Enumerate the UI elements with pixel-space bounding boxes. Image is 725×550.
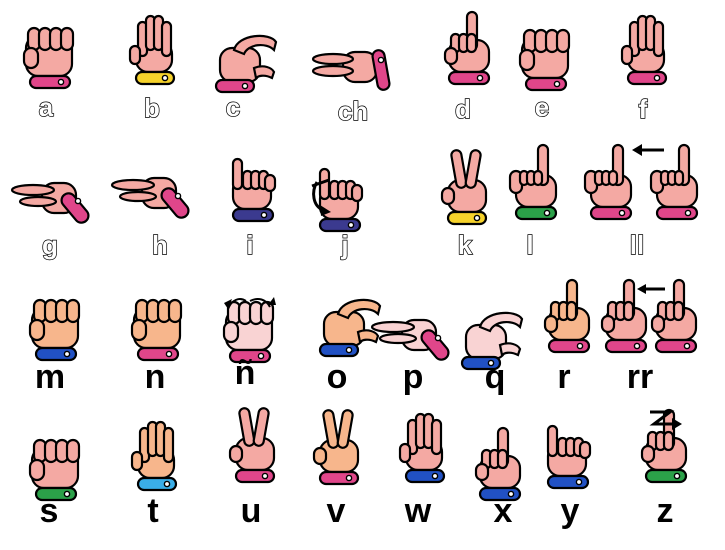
label-ch: ch [337, 96, 369, 126]
label-s: s [39, 492, 59, 530]
label-z: z [656, 492, 674, 530]
label-m: m [34, 358, 66, 396]
label-rr: rr [626, 358, 654, 396]
enie-motion-arrows-icon [224, 297, 276, 310]
label-i: i [246, 230, 255, 260]
label-t: t [147, 492, 159, 530]
j-motion-arrow-icon [311, 178, 331, 216]
label-g: g [41, 230, 58, 260]
rr-motion-arrow-icon [637, 284, 665, 294]
ll-motion-arrow-icon [632, 144, 664, 156]
label-n: n [144, 358, 166, 396]
z-motion-arrow-icon [649, 410, 682, 430]
label-f: f [638, 94, 648, 124]
label-l: l [526, 230, 535, 260]
label-e: e [534, 92, 550, 122]
label-ll: ll [629, 230, 645, 260]
label-a: a [38, 92, 54, 122]
label-h: h [151, 230, 168, 260]
label-y: y [560, 492, 580, 530]
label-j: j [341, 230, 350, 260]
label-enie: ñ [234, 354, 256, 392]
label-c: c [225, 92, 241, 122]
